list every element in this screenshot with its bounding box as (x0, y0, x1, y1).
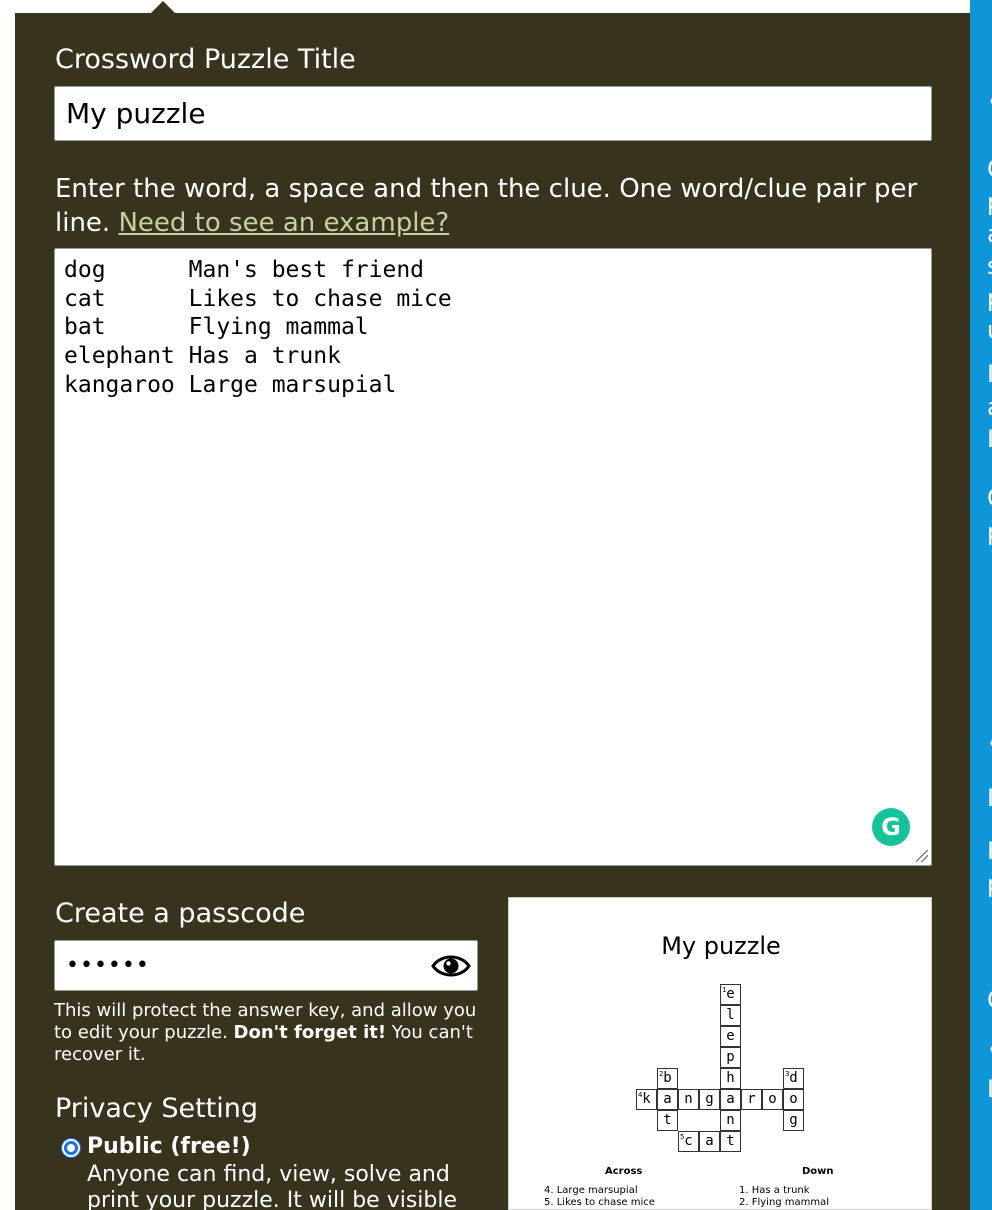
crossword-cell: t (657, 1110, 678, 1131)
word-clue-line: dog Man's best friend (64, 257, 425, 283)
crossword-cell: a (657, 1089, 678, 1110)
crossword-cell: 5c (678, 1131, 699, 1152)
crossword-cell: n (720, 1110, 741, 1131)
cell-number: 4 (638, 1091, 643, 1099)
sidebar-fragment: a (987, 393, 992, 421)
crossword-cell: e (720, 1026, 741, 1047)
panel-pointer (150, 1, 176, 14)
crossword-cell: o (762, 1089, 783, 1110)
cell-letter: g (789, 1112, 798, 1128)
crossword-cell: 2b (657, 1068, 678, 1089)
sidebar-fragment: I (987, 784, 992, 812)
sidebar-fragment: C (987, 484, 992, 512)
crossword-cell: n (678, 1089, 699, 1110)
title-input[interactable] (54, 86, 932, 141)
cell-letter: a (663, 1091, 672, 1107)
sidebar-fragment: a (987, 220, 992, 248)
sidebar-fragment: I (987, 360, 992, 388)
cell-letter: e (726, 986, 735, 1002)
grammarly-icon[interactable]: G (872, 808, 910, 846)
privacy-label: Privacy Setting (55, 1093, 259, 1124)
sidebar-fragment: C (987, 986, 992, 1014)
sidebar-fragment: C (987, 155, 992, 183)
cell-letter: a (726, 1091, 735, 1107)
crossword-cell: g (783, 1110, 804, 1131)
crossword-cell: a (699, 1131, 720, 1152)
crossword-cell: 4k (636, 1089, 657, 1110)
sidebar-fragment: p (987, 518, 992, 546)
cell-letter: t (663, 1112, 672, 1128)
cell-number: 1 (722, 986, 727, 994)
cell-letter: n (726, 1112, 735, 1128)
across-heading: Across (605, 1166, 643, 1177)
privacy-public-radio[interactable] (62, 1139, 80, 1157)
sidebar-fragment: • (987, 1036, 992, 1064)
passcode-label: Create a passcode (55, 898, 306, 929)
cell-letter: d (789, 1070, 798, 1086)
sidebar-fragment: F (987, 837, 992, 865)
sidebar-fragment: p (987, 284, 992, 312)
title-label: Crossword Puzzle Title (55, 44, 356, 75)
cell-letter: p (726, 1049, 735, 1065)
crossword-cell: 1e (720, 984, 741, 1005)
cell-letter: o (789, 1091, 798, 1107)
down-heading: Down (802, 1166, 834, 1177)
word-clue-line: elephant Has a trunk (64, 343, 341, 370)
across-clue: 5. Likes to chase mice (544, 1197, 655, 1208)
sidebar-fragment: p (987, 870, 992, 898)
sidebar-fragment: I (987, 425, 992, 453)
cell-letter: c (684, 1133, 693, 1149)
cell-letter: e (726, 1028, 735, 1044)
sidebar-fragment: u (987, 316, 992, 344)
word-clue-line: kangaroo Large marsupial (64, 371, 397, 398)
resize-handle[interactable] (916, 850, 928, 862)
word-clue-line: bat Flying mammal (64, 314, 369, 341)
passcode-value: •••••• (66, 953, 150, 978)
crossword-cell: g (699, 1089, 720, 1110)
example-link[interactable]: Need to see an example? (118, 208, 449, 238)
sidebar-fragment: s (987, 252, 992, 280)
sidebar-fragment: • (987, 88, 992, 116)
crossword-cell: r (741, 1089, 762, 1110)
cell-number: 5 (680, 1133, 685, 1141)
crossword-cell: 3d (783, 1068, 804, 1089)
down-clue: 2. Flying mammal (739, 1197, 830, 1208)
across-clue: 4. Large marsupial (544, 1185, 638, 1196)
crossword-cell: h (720, 1068, 741, 1089)
cell-letter: r (747, 1091, 756, 1107)
crossword-cell: a (720, 1089, 741, 1110)
puzzle-preview: My puzzle 1elep2bh3d4kangarootng5cat Acr… (508, 897, 932, 1210)
cell-letter: k (642, 1091, 651, 1107)
cell-letter: h (726, 1070, 735, 1086)
eye-icon[interactable] (431, 947, 471, 985)
word-clue-line: cat Likes to chase mice (64, 285, 452, 312)
cell-letter: l (726, 1007, 735, 1023)
down-clue: 1. Has a trunk (739, 1185, 810, 1196)
privacy-public-label[interactable]: Public (free!) (87, 1134, 251, 1159)
sidebar-fragment: p (987, 188, 992, 216)
cell-letter: a (705, 1133, 714, 1149)
instructions: Enter the word, a space and then the clu… (55, 172, 945, 240)
crossword-cell: t (720, 1131, 741, 1152)
preview-title: My puzzle (661, 932, 781, 960)
sidebar-fragment: I (987, 1075, 992, 1103)
cell-number: 3 (785, 1070, 790, 1078)
cell-number: 2 (659, 1070, 664, 1078)
passcode-help: This will protect the answer key, and al… (54, 1000, 484, 1066)
crossword-cell: l (720, 1005, 741, 1026)
sidebar-fragment: • (987, 730, 992, 758)
passcode-input[interactable]: •••••• (54, 940, 478, 991)
cell-letter: n (684, 1091, 693, 1107)
word-clue-textarea[interactable]: dog Man's best friend cat Likes to chase … (54, 248, 932, 866)
cell-letter: t (726, 1133, 735, 1149)
passcode-help-bold: Don't forget it! (233, 1022, 387, 1043)
cell-letter: b (663, 1070, 672, 1086)
privacy-public-description: Anyone can find, view, solve and print y… (87, 1162, 458, 1210)
crossword-cell: o (783, 1089, 804, 1110)
cell-letter: o (768, 1091, 777, 1107)
crossword-cell: p (720, 1047, 741, 1068)
cell-letter: g (705, 1091, 714, 1107)
